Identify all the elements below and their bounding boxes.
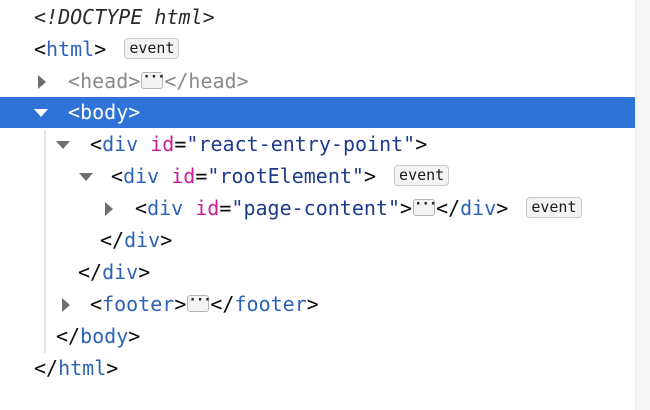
attr-value: "react-entry-point" <box>186 132 416 156</box>
tag-head-open: head <box>80 69 129 93</box>
attr-value: "rootElement" <box>207 164 364 188</box>
collapse-toggle-icon[interactable] <box>34 97 48 128</box>
node-div-root-element[interactable]: <div id="rootElement"> event <box>0 161 636 192</box>
tag-head-close: head <box>188 69 237 93</box>
collapsed-content-icon[interactable]: ··· <box>141 70 166 89</box>
tag-footer-open: footer <box>102 292 175 316</box>
tag-body-open: body <box>80 100 129 124</box>
dom-inspector-panel: <!DOCTYPE html> <html> event <head> ···</… <box>0 0 650 410</box>
node-div-react-entry-point[interactable]: <div id="react-entry-point"> <box>0 129 636 160</box>
attr-name: id <box>171 164 196 188</box>
attr-name: id <box>195 196 220 220</box>
node-head[interactable]: <head> ···</head> <box>0 66 636 97</box>
attr-name: id <box>150 132 175 156</box>
tag-div-open: div <box>123 164 160 188</box>
attr-value: "page-content" <box>231 196 400 220</box>
node-html[interactable]: <html> event <box>0 34 636 65</box>
tag-html-open: html <box>46 37 95 61</box>
collapse-toggle-icon[interactable] <box>79 161 93 192</box>
collapsed-content-icon[interactable]: ··· <box>413 197 437 216</box>
doctype-text: <!DOCTYPE html> <box>34 5 215 29</box>
node-div-page-content[interactable]: <div id="page-content"> ···</div> event <box>0 193 636 224</box>
event-badge[interactable]: event <box>394 165 450 186</box>
node-body-close[interactable]: </body> <box>0 321 636 352</box>
node-footer[interactable]: <footer> ···</footer> <box>0 289 636 320</box>
tag-div-close: div <box>460 196 497 220</box>
tag-body-close: body <box>80 324 129 348</box>
tag-div-open: div <box>147 196 184 220</box>
event-badge[interactable]: event <box>124 38 180 59</box>
node-body-selected[interactable]: <body> <box>0 97 650 128</box>
expand-toggle-icon[interactable] <box>103 193 115 224</box>
node-doctype[interactable]: <!DOCTYPE html> <box>0 2 636 33</box>
vertical-scrollbar[interactable] <box>635 0 650 410</box>
tag-div-close: div <box>124 228 161 252</box>
node-div-close[interactable]: </div> <box>0 257 636 288</box>
node-html-close[interactable]: </html> <box>0 353 636 384</box>
collapse-toggle-icon[interactable] <box>56 129 70 160</box>
expand-toggle-icon[interactable] <box>36 66 48 97</box>
expand-toggle-icon[interactable] <box>60 289 72 320</box>
collapsed-content-icon[interactable]: ··· <box>187 293 212 312</box>
tag-div-close: div <box>102 260 139 284</box>
event-badge[interactable]: event <box>526 197 582 218</box>
tag-html-close: html <box>58 356 107 380</box>
node-div-close[interactable]: </div> <box>0 225 636 256</box>
tag-footer-close: footer <box>234 292 307 316</box>
tag-div-open: div <box>102 132 139 156</box>
